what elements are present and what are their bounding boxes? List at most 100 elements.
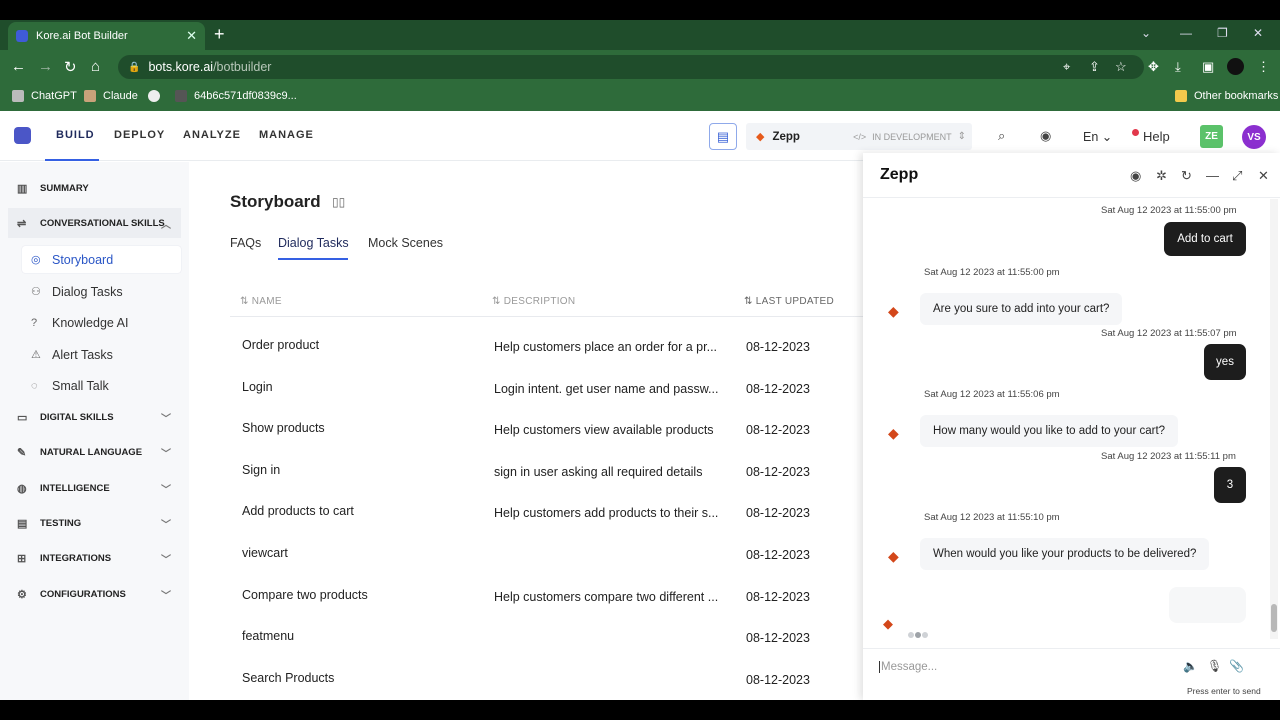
cell-updated: 08-12-2023: [746, 340, 810, 354]
table-row[interactable]: viewcart 08-12-2023: [230, 540, 863, 581]
window-close-icon[interactable]: ✕: [1253, 26, 1263, 40]
col-header-label: DESCRIPTION: [503, 296, 576, 307]
scrollbar-thumb[interactable]: [1271, 604, 1277, 632]
bookmark-label: Claude: [103, 90, 138, 102]
table-row[interactable]: Sign in sign in user asking all required …: [230, 457, 863, 498]
tab-active-underline: [278, 258, 348, 260]
reload-icon[interactable]: ↻: [64, 58, 77, 76]
sidebar-item-small-talk[interactable]: ◌ Small Talk: [22, 372, 181, 399]
chevron-down-icon: ﹀: [161, 554, 171, 566]
sidebar-integrations[interactable]: ⊞ INTEGRATIONS ﹀: [0, 543, 189, 573]
sidebar-digital-skills[interactable]: ▭ DIGITAL SKILLS ﹀: [0, 402, 189, 432]
user-message-bubble: 3: [1214, 467, 1246, 503]
col-description-header[interactable]: ⇅ DESCRIPTION: [492, 296, 575, 307]
tab-close-icon[interactable]: ✕: [186, 28, 197, 44]
extensions-icon[interactable]: ✥: [1148, 59, 1159, 75]
user-avatar[interactable]: VS: [1242, 125, 1266, 149]
chat-scrollbar[interactable]: [1270, 199, 1278, 639]
tab-dialog-tasks[interactable]: Dialog Tasks: [278, 236, 349, 250]
chatgpt-icon: [12, 90, 24, 102]
table-row[interactable]: Login Login intent. get user name and pas…: [230, 374, 863, 415]
sidebar-item-dialog-tasks[interactable]: ⚇ Dialog Tasks: [22, 278, 181, 305]
address-bar[interactable]: 🔒 bots.kore.ai/botbuilder: [118, 55, 1144, 79]
chat-header: Zepp ◉ ✲ ↻ — ⤢ ✕: [863, 153, 1280, 198]
app: BUILD DEPLOY ANALYZE MANAGE ▤ ◆ Zepp </>…: [0, 111, 1280, 700]
cell-name: Compare two products: [242, 587, 368, 602]
bookmark-star-icon[interactable]: ☆: [1115, 59, 1127, 75]
side-panel-icon[interactable]: ▣: [1202, 59, 1214, 75]
profile-avatar[interactable]: [1227, 58, 1244, 75]
bot-message-bubble: When would you like your products to be …: [920, 538, 1210, 570]
minimize-icon[interactable]: —: [1206, 168, 1219, 183]
table-row[interactable]: Add products to cart Help customers add p…: [230, 498, 863, 539]
table-row[interactable]: Compare two products Help customers compa…: [230, 582, 863, 623]
sidebar-item-knowledge-ai[interactable]: ? Knowledge AI: [22, 309, 181, 336]
calendar-button[interactable]: ▤: [709, 123, 737, 150]
new-tab-icon[interactable]: +: [214, 24, 225, 45]
language-selector[interactable]: En ⌄: [1083, 129, 1112, 144]
table-row[interactable]: Order product Help customers place an ord…: [230, 332, 863, 373]
chart-icon: ▥: [17, 182, 28, 195]
download-icon[interactable]: ⤓: [1175, 59, 1181, 75]
tab-mock-scenes[interactable]: Mock Scenes: [368, 236, 443, 250]
code-icon: </>: [853, 131, 867, 142]
cell-name: Add products to cart: [242, 504, 354, 519]
bot-selector[interactable]: ◆ Zepp </> IN DEVELOPMENT ⇕: [746, 123, 972, 150]
nav-build[interactable]: BUILD: [56, 129, 95, 141]
nav-manage[interactable]: MANAGE: [259, 129, 314, 141]
nav-analyze[interactable]: ANALYZE: [183, 129, 241, 141]
home-icon[interactable]: ⌂: [91, 58, 100, 75]
sidebar-natural-language[interactable]: ✎ NATURAL LANGUAGE ﹀: [0, 437, 189, 467]
location-icon[interactable]: ⌖: [1063, 59, 1070, 75]
sidebar-testing[interactable]: ▤ TESTING ﹀: [0, 508, 189, 538]
message-input[interactable]: Message...: [879, 661, 937, 673]
col-updated-header[interactable]: ⇅ LAST UPDATED: [744, 296, 834, 307]
sidebar-item-storyboard[interactable]: ◎ Storyboard: [22, 246, 181, 273]
chat-title: Zepp: [880, 166, 919, 183]
other-bookmarks[interactable]: Other bookmarks: [1175, 90, 1278, 102]
sidebar-item-alert-tasks[interactable]: ⚠ Alert Tasks: [22, 341, 181, 368]
sidebar-conversational-skills[interactable]: ⇌ CONVERSATIONAL SKILLS ︿: [8, 208, 181, 238]
share-icon[interactable]: ⇪: [1089, 59, 1100, 75]
cell-updated: 08-12-2023: [746, 381, 810, 396]
cell-name: Order product: [242, 338, 320, 352]
book-icon[interactable]: ▯▯: [332, 195, 345, 209]
attachment-icon[interactable]: 📎: [1229, 659, 1244, 673]
table-row[interactable]: Search Products 08-12-2023: [230, 665, 863, 706]
sidebar-intelligence[interactable]: ◍ INTELLIGENCE ﹀: [0, 473, 189, 503]
back-icon[interactable]: ←: [11, 58, 26, 75]
workspace-badge[interactable]: ZE: [1200, 125, 1223, 148]
monitor-icon: ▭: [17, 411, 28, 424]
record-icon[interactable]: ◉: [1130, 168, 1141, 184]
bug-icon[interactable]: ✲: [1156, 168, 1167, 184]
sidebar-configurations[interactable]: ⚙ CONFIGURATIONS ﹀: [0, 579, 189, 609]
browser-menu-icon[interactable]: ⋮: [1257, 59, 1270, 75]
search-icon[interactable]: ⌕: [998, 128, 1005, 144]
table-row[interactable]: featmenu 08-12-2023: [230, 623, 863, 664]
bookmark-claude[interactable]: Claude: [84, 90, 138, 102]
bookmark-api[interactable]: 64b6c571df0839c9...: [175, 90, 297, 102]
bookmark-chatgpt[interactable]: ChatGPT: [12, 90, 77, 102]
kore-logo-icon[interactable]: [14, 127, 31, 144]
expand-icon[interactable]: ⤢: [1232, 168, 1242, 184]
nav-deploy[interactable]: DEPLOY: [114, 129, 165, 141]
forward-icon[interactable]: →: [38, 58, 53, 75]
close-icon[interactable]: ✕: [1258, 168, 1269, 184]
sidebar-label: TESTING: [40, 517, 82, 529]
bookmark-globe[interactable]: [148, 90, 167, 102]
record-icon[interactable]: ◉: [1040, 128, 1051, 144]
cell-description: sign in user asking all required details: [494, 464, 703, 479]
col-name-header[interactable]: ⇅ NAME: [240, 296, 282, 307]
restore-icon[interactable]: ❐: [1217, 26, 1228, 40]
help-button[interactable]: Help: [1132, 129, 1170, 144]
microphone-icon[interactable]: 🎙: [1207, 659, 1222, 673]
tab-search-icon[interactable]: ⌄: [1141, 26, 1151, 40]
refresh-icon[interactable]: ↻: [1181, 168, 1192, 184]
chat-bubble-icon: ◌: [31, 379, 38, 392]
tab-faqs[interactable]: FAQs: [230, 236, 261, 250]
sidebar-summary[interactable]: ▥ SUMMARY: [0, 173, 189, 203]
browser-tab[interactable]: Kore.ai Bot Builder ✕: [8, 22, 205, 50]
speaker-icon[interactable]: 🔈: [1183, 659, 1198, 673]
table-row[interactable]: Show products Help customers view availab…: [230, 415, 863, 456]
minimize-icon[interactable]: —: [1180, 26, 1192, 40]
